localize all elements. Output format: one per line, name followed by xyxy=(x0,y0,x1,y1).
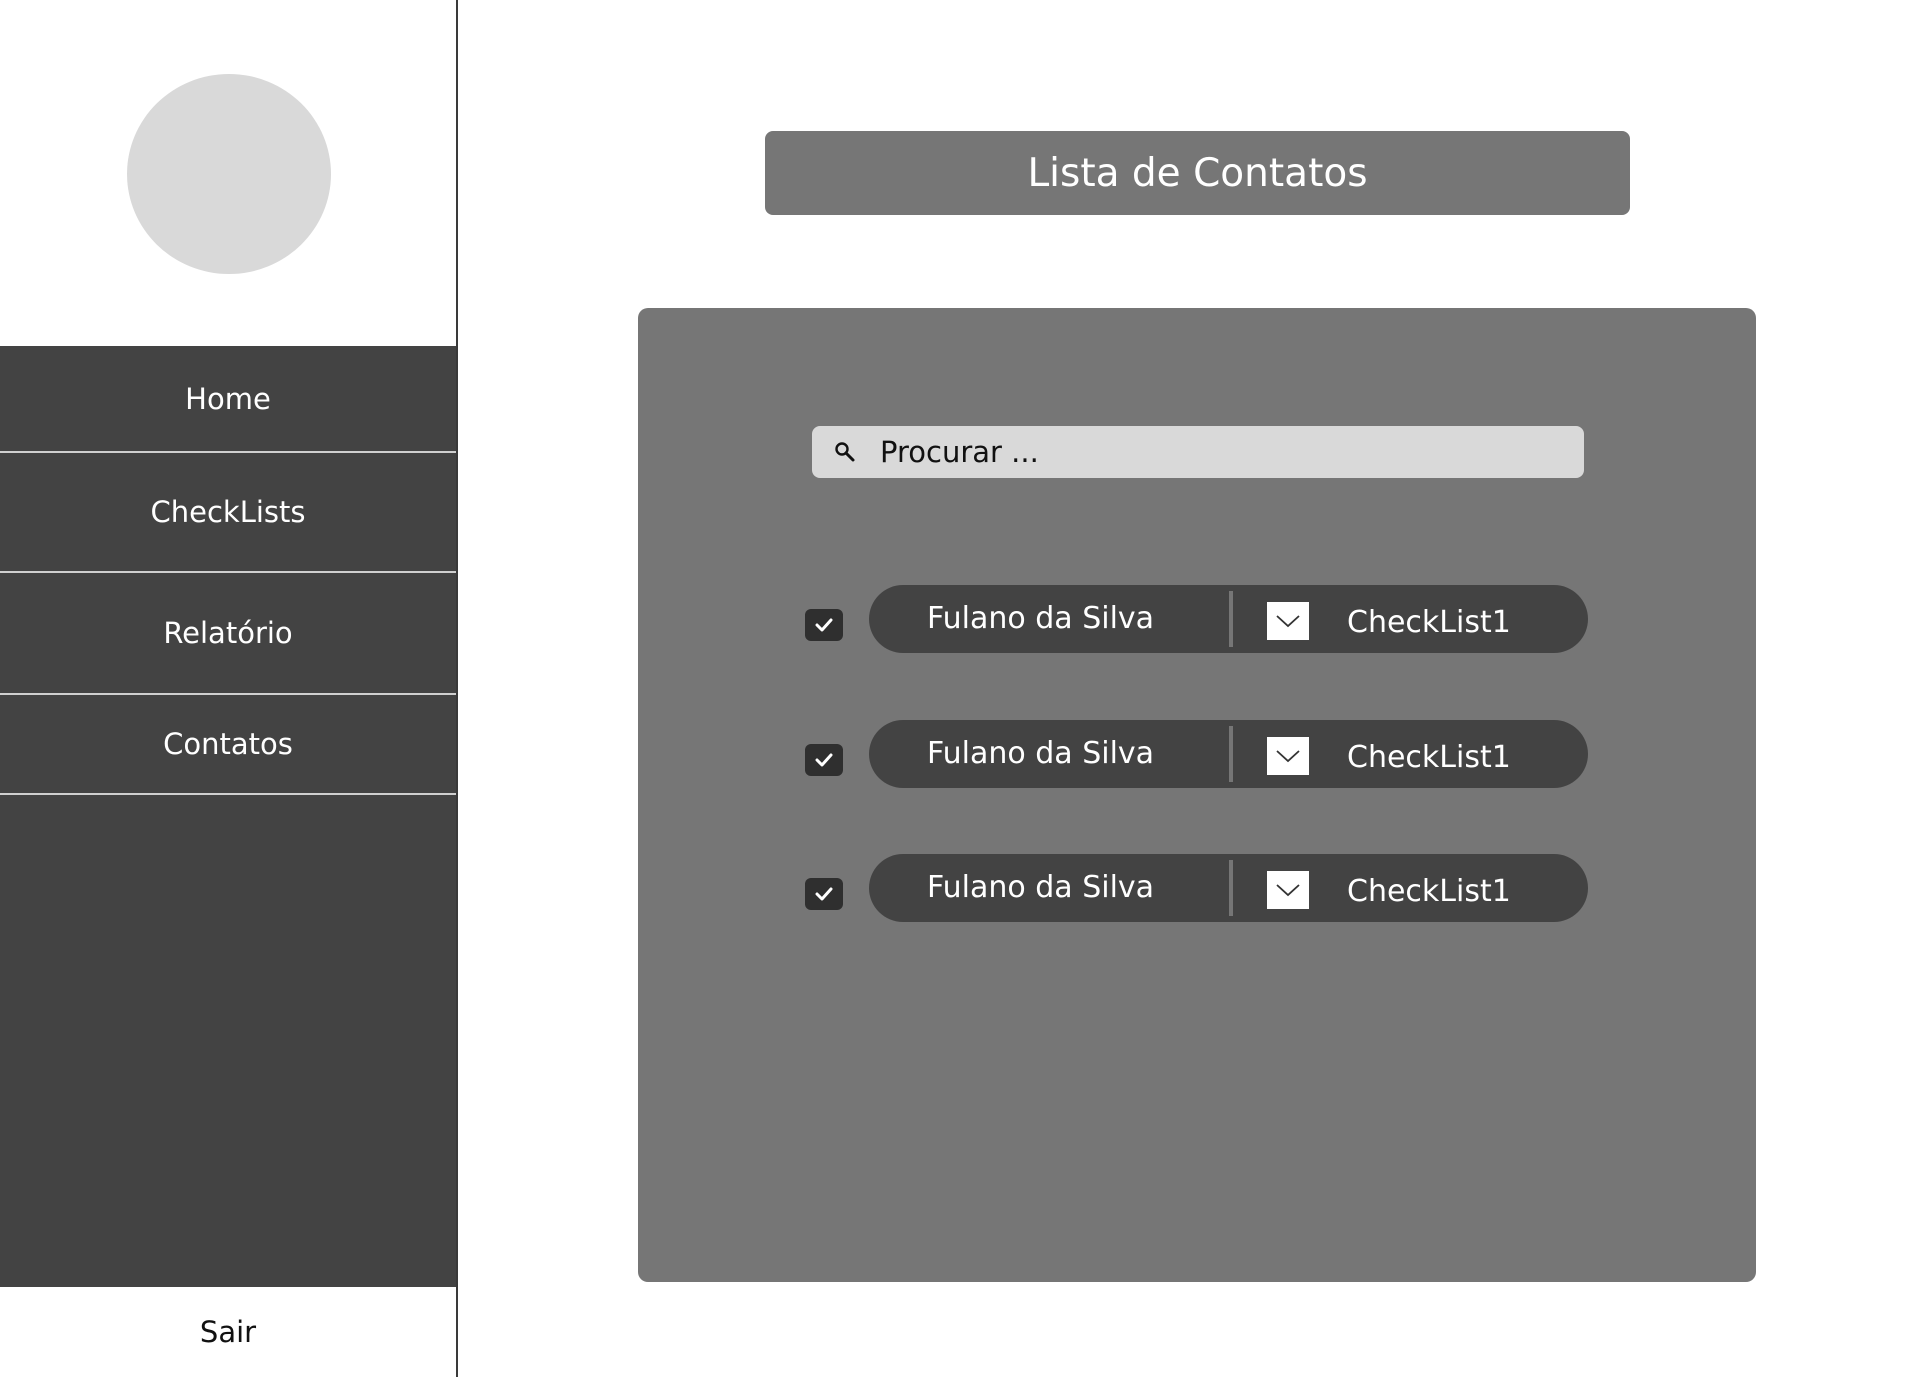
page-title: Lista de Contatos xyxy=(1027,150,1368,196)
contact-row: Fulano da Silva CheckList1 xyxy=(638,585,1756,655)
checklist-dropdown-button[interactable] xyxy=(1267,737,1309,775)
divider xyxy=(1229,591,1233,647)
chevron-down-icon xyxy=(1276,884,1300,897)
sidebar-item-contatos[interactable]: Contatos xyxy=(0,695,456,795)
sidebar-item-home[interactable]: Home xyxy=(0,346,456,453)
contact-checklist-value: CheckList1 xyxy=(1347,739,1511,775)
divider xyxy=(1229,860,1233,916)
contact-checkbox[interactable] xyxy=(805,744,843,776)
contact-pill: Fulano da Silva CheckList1 xyxy=(869,854,1588,922)
sidebar-item-label: Relatório xyxy=(163,616,293,650)
contact-checklist-value: CheckList1 xyxy=(1347,873,1511,909)
contact-name: Fulano da Silva xyxy=(927,600,1155,636)
avatar[interactable] xyxy=(127,74,331,274)
sidebar-nav: Home CheckLists Relatório Contatos xyxy=(0,346,456,1287)
divider xyxy=(1229,726,1233,782)
sidebar: Home CheckLists Relatório Contatos Sair xyxy=(0,0,458,1377)
checkmark-icon xyxy=(815,753,833,767)
contact-pill: Fulano da Silva CheckList1 xyxy=(869,720,1588,788)
contact-row: Fulano da Silva CheckList1 xyxy=(638,854,1756,924)
contact-checkbox[interactable] xyxy=(805,609,843,641)
sidebar-item-relatorio[interactable]: Relatório xyxy=(0,573,456,695)
app-window: Home CheckLists Relatório Contatos Sair … xyxy=(0,0,1920,1377)
logout-label: Sair xyxy=(199,1315,257,1349)
sidebar-item-label: Home xyxy=(185,381,271,416)
checklist-dropdown-button[interactable] xyxy=(1267,871,1309,909)
checklist-dropdown-button[interactable] xyxy=(1267,602,1309,640)
contact-row: Fulano da Silva CheckList1 xyxy=(638,720,1756,790)
contact-name: Fulano da Silva xyxy=(927,735,1155,771)
contact-checkbox[interactable] xyxy=(805,878,843,910)
checkmark-icon xyxy=(815,887,833,901)
contact-checklist-value: CheckList1 xyxy=(1347,604,1511,640)
page-title-bar: Lista de Contatos xyxy=(765,131,1630,215)
sidebar-item-label: CheckLists xyxy=(150,495,306,529)
sidebar-item-label: Contatos xyxy=(163,727,293,761)
sidebar-item-checklists[interactable]: CheckLists xyxy=(0,453,456,573)
search-icon xyxy=(835,442,855,462)
contact-pill: Fulano da Silva CheckList1 xyxy=(869,585,1588,653)
search-input[interactable] xyxy=(880,426,1570,478)
chevron-down-icon xyxy=(1276,615,1300,628)
checkmark-icon xyxy=(815,618,833,632)
search-bar xyxy=(812,426,1584,478)
contacts-panel: Fulano da Silva CheckList1 Fulano da Sil… xyxy=(638,308,1756,1282)
contact-name: Fulano da Silva xyxy=(927,869,1155,905)
logout-button[interactable]: Sair xyxy=(0,1287,456,1377)
chevron-down-icon xyxy=(1276,750,1300,763)
